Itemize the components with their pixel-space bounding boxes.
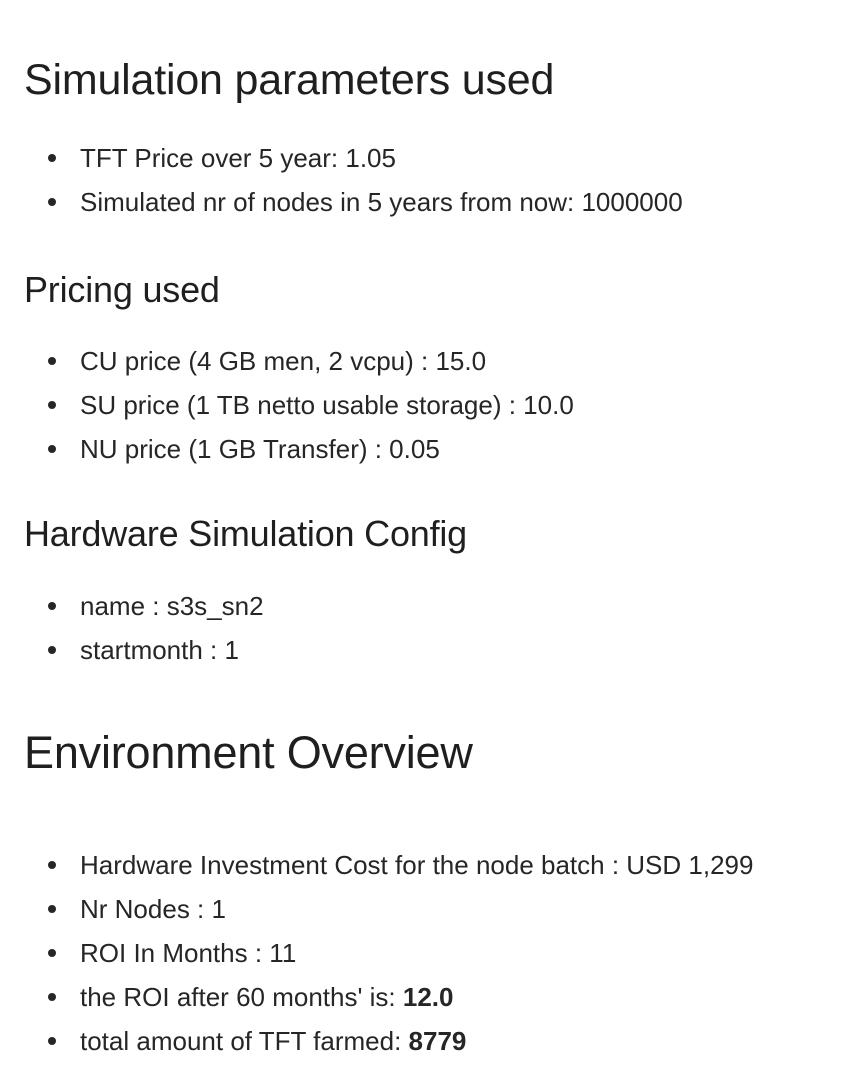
- list-item: TFT Price over 5 year: 1.05: [24, 136, 850, 180]
- list-simulation-parameters: TFT Price over 5 year: 1.05 Simulated nr…: [24, 136, 850, 224]
- list-item: name : s3s_sn2: [24, 584, 850, 628]
- list-item-text: Simulated nr of nodes in 5 years from no…: [80, 187, 683, 217]
- bullet-icon: [48, 198, 56, 206]
- roi-after-value: 12.0: [402, 982, 454, 1012]
- bullet-icon: [48, 357, 56, 365]
- list-item: SU price (1 TB netto usable storage) : 1…: [24, 383, 850, 427]
- list-item: Nr Nodes : 1: [24, 887, 850, 931]
- bullet-icon: [48, 445, 56, 453]
- list-item: startmonth : 1: [24, 628, 850, 672]
- heading-simulation-parameters: Simulation parameters used: [24, 56, 555, 104]
- bullet-icon: [48, 861, 56, 869]
- list-item-text: ROI In Months : 11: [80, 938, 297, 968]
- list-item: Simulated nr of nodes in 5 years from no…: [24, 180, 850, 224]
- list-item: ROI In Months : 11: [24, 931, 850, 975]
- list-item: total amount of TFT farmed: 8779: [24, 1019, 850, 1063]
- tft-farmed-label: total amount of TFT farmed:: [80, 1026, 409, 1056]
- list-environment-overview: Hardware Investment Cost for the node ba…: [24, 843, 850, 1063]
- roi-after-label: the ROI after 60 months' is:: [80, 982, 403, 1012]
- list-item: Hardware Investment Cost for the node ba…: [24, 843, 850, 887]
- bullet-icon: [48, 993, 56, 1001]
- list-item-text: Nr Nodes : 1: [80, 894, 226, 924]
- list-item: NU price (1 GB Transfer) : 0.05: [24, 427, 850, 471]
- list-item-text: name : s3s_sn2: [80, 591, 264, 621]
- list-item-text: startmonth : 1: [80, 635, 239, 665]
- bullet-icon: [48, 905, 56, 913]
- list-item-text: TFT Price over 5 year: 1.05: [80, 143, 396, 173]
- list-item-text: SU price (1 TB netto usable storage) : 1…: [80, 390, 574, 420]
- list-hardware-config: name : s3s_sn2 startmonth : 1: [24, 584, 850, 672]
- list-item-text: CU price (4 GB men, 2 vcpu) : 15.0: [80, 346, 487, 376]
- list-item: the ROI after 60 months' is: 12.0: [24, 975, 850, 1019]
- list-item-text: Hardware Investment Cost for the node ba…: [80, 850, 754, 880]
- bullet-icon: [48, 949, 56, 957]
- heading-pricing-used: Pricing used: [24, 269, 220, 310]
- list-item-text: NU price (1 GB Transfer) : 0.05: [80, 434, 440, 464]
- heading-hardware-simulation-config: Hardware Simulation Config: [24, 513, 468, 554]
- list-item: CU price (4 GB men, 2 vcpu) : 15.0: [24, 339, 850, 383]
- document-page: Simulation parameters used TFT Price ove…: [24, 0, 850, 1063]
- bullet-icon: [48, 1037, 56, 1045]
- tft-farmed-value: 8779: [408, 1026, 467, 1056]
- bullet-icon: [48, 154, 56, 162]
- bullet-icon: [48, 646, 56, 654]
- bullet-icon: [48, 401, 56, 409]
- list-pricing: CU price (4 GB men, 2 vcpu) : 15.0 SU pr…: [24, 339, 850, 471]
- bullet-icon: [48, 602, 56, 610]
- heading-environment-overview: Environment Overview: [24, 727, 473, 778]
